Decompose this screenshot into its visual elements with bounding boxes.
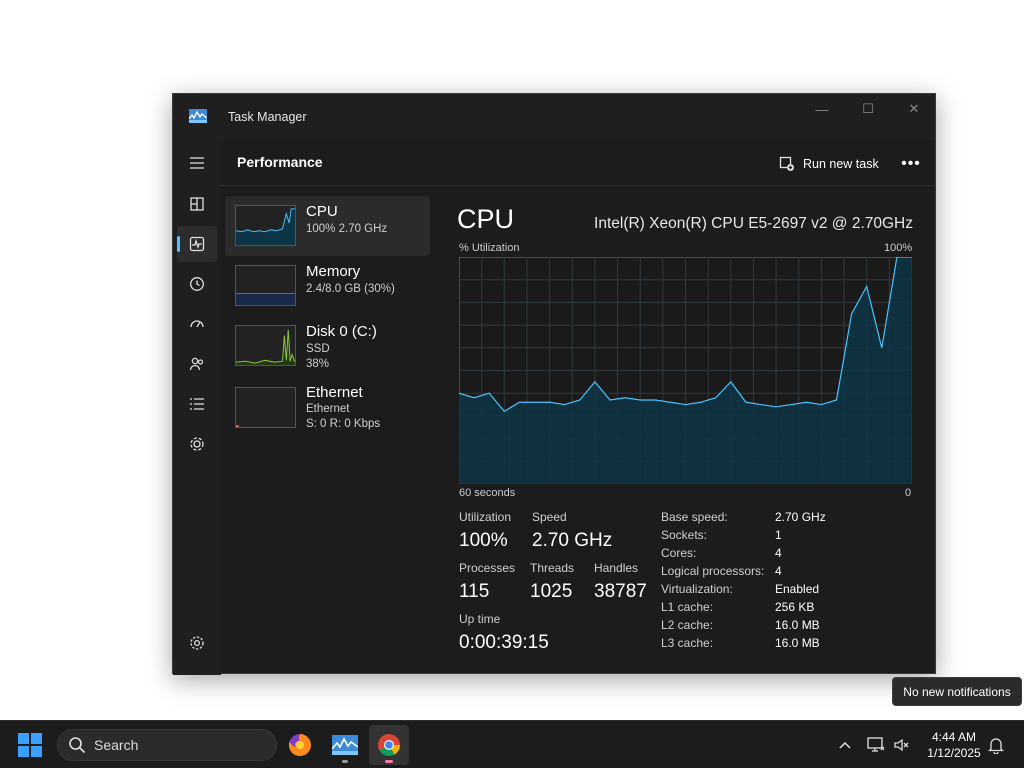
taskbar-search-box[interactable]: Search bbox=[57, 729, 277, 761]
run-new-task-button[interactable]: Run new task bbox=[773, 150, 885, 178]
stat-handles-value: 38787 bbox=[594, 581, 647, 602]
graph-max-label: 100% bbox=[884, 242, 913, 254]
spec-key: Logical processors: bbox=[661, 564, 765, 578]
spec-key: Cores: bbox=[661, 546, 697, 560]
window-title: Task Manager bbox=[228, 110, 307, 124]
stat-label: Processes bbox=[459, 561, 516, 575]
services-icon[interactable] bbox=[177, 426, 217, 462]
stat-label: Threads bbox=[530, 561, 575, 575]
startup-apps-icon[interactable] bbox=[177, 306, 217, 342]
resource-item-ethernet[interactable]: Ethernet Ethernet S: 0 R: 0 Kbps bbox=[225, 382, 430, 442]
resource-detail: 100% 2.70 GHz bbox=[306, 223, 388, 235]
minimize-button[interactable]: — bbox=[799, 94, 845, 124]
windows-start-icon[interactable] bbox=[18, 733, 42, 757]
spec-key: L3 cache: bbox=[661, 636, 714, 650]
running-indicator bbox=[342, 760, 348, 763]
running-indicator bbox=[385, 760, 393, 763]
resource-item-disk[interactable]: Disk 0 (C:) SSD 38% bbox=[225, 316, 430, 376]
stat-threads-value: 1025 bbox=[530, 581, 573, 602]
stat-utilization-value: 100% bbox=[459, 530, 508, 551]
resource-name: CPU bbox=[306, 203, 338, 220]
title-bar[interactable]: Task Manager — ☐ ✕ bbox=[173, 94, 935, 140]
spec-key: L2 cache: bbox=[661, 618, 714, 632]
spec-key: L1 cache: bbox=[661, 600, 714, 614]
run-task-icon bbox=[779, 156, 794, 171]
stat-uptime-value: 0:00:39:15 bbox=[459, 632, 549, 653]
resource-detail: 2.4/8.0 GB (30%) bbox=[306, 283, 395, 295]
spec-key: Virtualization: bbox=[661, 582, 733, 596]
stat-label: Utilization bbox=[459, 510, 512, 524]
taskbar: Search 4:44 AM 1/12/2025 bbox=[0, 720, 1024, 768]
resource-detail: 38% bbox=[306, 358, 330, 370]
run-new-task-label: Run new task bbox=[803, 157, 879, 171]
notification-tooltip: No new notifications bbox=[892, 677, 1022, 706]
cpu-thumbnail-graph bbox=[235, 205, 296, 246]
clock-time: 4:44 AM bbox=[931, 730, 977, 744]
maximize-button[interactable]: ☐ bbox=[845, 94, 891, 124]
hamburger-menu-icon[interactable] bbox=[177, 145, 217, 181]
spec-value: 2.70 GHz bbox=[775, 510, 826, 524]
details-icon[interactable] bbox=[177, 386, 217, 422]
spec-value: 4 bbox=[775, 546, 782, 560]
taskbar-task-manager[interactable] bbox=[325, 725, 365, 765]
more-options-button[interactable]: ••• bbox=[893, 150, 929, 178]
cpu-utilization-graph bbox=[459, 257, 912, 484]
graph-x-label: 60 seconds bbox=[459, 487, 516, 499]
resource-name: Disk 0 (C:) bbox=[306, 323, 377, 340]
detail-title: CPU bbox=[457, 204, 515, 234]
firefox-icon bbox=[288, 734, 311, 756]
search-icon bbox=[69, 737, 86, 754]
spec-value: 4 bbox=[775, 564, 782, 578]
processes-icon[interactable] bbox=[177, 186, 217, 222]
task-manager-icon bbox=[332, 735, 358, 755]
graph-min-label: 0 bbox=[905, 487, 912, 499]
navigation-rail bbox=[173, 140, 221, 675]
resource-name: Ethernet bbox=[306, 384, 363, 401]
resource-detail: Ethernet bbox=[306, 403, 350, 415]
resource-item-memory[interactable]: Memory 2.4/8.0 GB (30%) bbox=[225, 256, 430, 316]
users-icon[interactable] bbox=[177, 346, 217, 382]
page-header: Performance Run new task ••• bbox=[221, 140, 936, 186]
app-history-icon[interactable] bbox=[177, 266, 217, 302]
spec-key: Sockets: bbox=[661, 528, 708, 542]
notification-bell-icon[interactable] bbox=[986, 735, 1006, 755]
page-title: Performance bbox=[237, 154, 323, 170]
spec-key: Base speed: bbox=[661, 510, 728, 524]
taskbar-firefox[interactable] bbox=[280, 725, 320, 765]
graph-y-label: % Utilization bbox=[459, 242, 520, 254]
search-placeholder: Search bbox=[94, 737, 139, 753]
stat-processes-value: 115 bbox=[459, 581, 490, 602]
network-icon[interactable] bbox=[866, 735, 886, 755]
resource-detail: S: 0 R: 0 Kbps bbox=[306, 418, 381, 430]
resource-detail: SSD bbox=[306, 343, 330, 355]
cpu-model-name: Intel(R) Xeon(R) CPU E5-2697 v2 @ 2.70GH… bbox=[594, 215, 913, 232]
stat-speed-value: 2.70 GHz bbox=[532, 530, 613, 551]
resource-name: Memory bbox=[306, 263, 361, 280]
taskbar-chrome[interactable] bbox=[369, 725, 409, 765]
chrome-icon bbox=[378, 734, 400, 756]
stat-label: Up time bbox=[459, 612, 501, 626]
disk-thumbnail-graph bbox=[235, 325, 296, 366]
chevron-up-icon[interactable] bbox=[835, 735, 855, 755]
spec-value: Enabled bbox=[775, 582, 820, 596]
resource-item-cpu[interactable]: CPU 100% 2.70 GHz bbox=[225, 196, 430, 256]
volume-muted-icon[interactable] bbox=[892, 735, 912, 755]
performance-icon[interactable] bbox=[177, 226, 217, 262]
ethernet-thumbnail-graph bbox=[235, 387, 296, 428]
memory-thumbnail-graph bbox=[235, 265, 296, 306]
stat-label: Speed bbox=[532, 510, 567, 524]
spec-value: 16.0 MB bbox=[775, 618, 820, 632]
settings-icon[interactable] bbox=[177, 625, 217, 661]
spec-value: 1 bbox=[775, 528, 782, 542]
spec-value: 256 KB bbox=[775, 600, 815, 614]
taskbar-clock[interactable]: 4:44 AM 1/12/2025 bbox=[918, 725, 990, 765]
clock-date: 1/12/2025 bbox=[927, 746, 981, 760]
task-manager-app-icon bbox=[189, 109, 207, 123]
close-button[interactable]: ✕ bbox=[891, 94, 937, 124]
spec-value: 16.0 MB bbox=[775, 636, 820, 650]
stat-label: Handles bbox=[594, 561, 639, 575]
